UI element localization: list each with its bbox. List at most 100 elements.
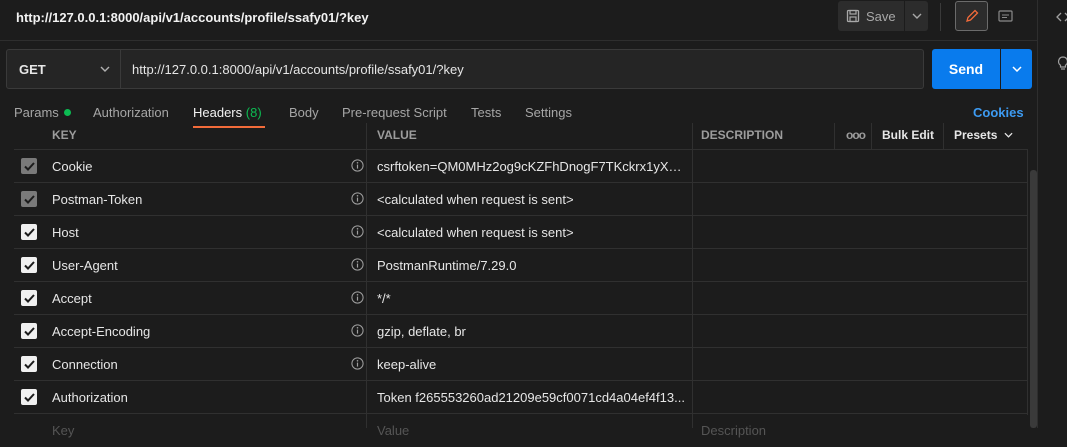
header-key[interactable]: Cookie: [52, 159, 92, 174]
enable-checkbox[interactable]: [21, 323, 37, 339]
info-icon: [351, 159, 364, 172]
enable-checkbox[interactable]: [21, 158, 37, 174]
save-label: Save: [866, 8, 896, 24]
send-options-button[interactable]: [1001, 49, 1032, 89]
table-row[interactable]: Host <calculated when request is sent>: [14, 216, 1028, 249]
presets-dropdown[interactable]: Presets: [954, 128, 1013, 142]
tab-tests[interactable]: Tests: [471, 105, 501, 120]
tab-params[interactable]: Params: [14, 105, 71, 120]
enable-checkbox[interactable]: [21, 389, 37, 405]
chevron-down-icon: [1004, 132, 1013, 138]
request-title[interactable]: http://127.0.0.1:8000/api/v1/accounts/pr…: [16, 10, 369, 25]
more-options-button[interactable]: ooo: [846, 128, 866, 142]
cookies-link[interactable]: Cookies: [973, 105, 1024, 120]
header-key[interactable]: Accept: [52, 291, 92, 306]
description-placeholder[interactable]: Description: [701, 423, 851, 438]
header-key[interactable]: Authorization: [52, 390, 128, 405]
headers-table: KEY VALUE DESCRIPTION ooo Bulk Edit Pres…: [14, 123, 1028, 438]
header-key[interactable]: User-Agent: [52, 258, 118, 273]
send-button[interactable]: Send: [932, 49, 1000, 89]
method-select[interactable]: GET: [6, 49, 121, 89]
table-row[interactable]: User-Agent PostmanRuntime/7.29.0: [14, 249, 1028, 282]
info-icon: [351, 291, 364, 304]
enable-checkbox[interactable]: [21, 224, 37, 240]
checkmark-icon: [23, 260, 35, 270]
comments-button[interactable]: [992, 5, 1018, 29]
header-key[interactable]: Postman-Token: [52, 192, 142, 207]
info-icon: [351, 324, 364, 337]
header-value[interactable]: <calculated when request is sent>: [377, 225, 689, 240]
headers-count-badge: (8): [245, 105, 262, 120]
checkmark-icon: [23, 359, 35, 369]
lightbulb-icon[interactable]: [1057, 56, 1067, 71]
header-value[interactable]: gzip, deflate, br: [377, 324, 689, 339]
column-header-value: VALUE: [377, 128, 417, 142]
tab-label: Pre-request Script: [342, 105, 447, 120]
code-icon[interactable]: [1056, 11, 1067, 23]
tab-settings[interactable]: Settings: [525, 105, 572, 120]
header-value[interactable]: csrftoken=QM0MHz2og9cKZFhDnogF7TKckrx1yX…: [377, 159, 689, 174]
header-value[interactable]: Token f265553260ad21209e59cf0071cd4a04ef…: [377, 390, 689, 405]
info-icon[interactable]: [351, 357, 364, 370]
tab-label: Tests: [471, 105, 502, 120]
checkmark-icon: [23, 161, 35, 171]
tab-label: Settings: [525, 105, 572, 120]
divider: [834, 123, 835, 150]
tab-headers[interactable]: Headers (8): [193, 105, 262, 120]
chevron-down-icon: [1011, 66, 1022, 72]
checkmark-icon: [23, 293, 35, 303]
header-value[interactable]: <calculated when request is sent>: [377, 192, 689, 207]
save-options-button[interactable]: [905, 1, 928, 31]
status-dot-icon: [63, 109, 71, 116]
divider: [940, 3, 941, 31]
checkmark-icon: [23, 194, 35, 204]
info-icon[interactable]: [351, 324, 364, 337]
checkmark-icon: [23, 392, 35, 402]
pencil-icon: [965, 9, 978, 22]
table-row[interactable]: Cookie csrftoken=QM0MHz2og9cKZFhDnogF7TKc…: [14, 150, 1028, 183]
key-placeholder[interactable]: Key: [52, 423, 74, 438]
presets-label: Presets: [954, 128, 998, 142]
enable-checkbox[interactable]: [21, 290, 37, 306]
info-icon[interactable]: [351, 159, 364, 172]
enable-checkbox[interactable]: [21, 191, 37, 207]
table-row[interactable]: Authorization Token f265553260ad21209e59c…: [14, 381, 1028, 414]
tab-body[interactable]: Body: [289, 105, 319, 120]
edit-documentation-button[interactable]: [955, 1, 988, 31]
info-icon[interactable]: [351, 192, 364, 205]
enable-checkbox[interactable]: [21, 257, 37, 273]
value-placeholder[interactable]: Value: [377, 423, 689, 438]
table-row[interactable]: Connection keep-alive: [14, 348, 1028, 381]
tab-authorization[interactable]: Authorization: [93, 105, 169, 120]
divider: [943, 123, 944, 150]
header-key[interactable]: Accept-Encoding: [52, 324, 150, 339]
comment-icon: [997, 10, 1013, 22]
header-key[interactable]: Host: [52, 225, 79, 240]
column-header-key: KEY: [52, 128, 77, 142]
header-key[interactable]: Connection: [52, 357, 118, 372]
url-input[interactable]: http://127.0.0.1:8000/api/v1/accounts/pr…: [121, 49, 924, 89]
tab-label: Headers: [193, 105, 243, 120]
tab-label: Body: [289, 105, 319, 120]
table-row-empty[interactable]: Key Value Description: [14, 414, 1028, 447]
scrollbar[interactable]: [1030, 170, 1037, 428]
info-icon[interactable]: [351, 258, 364, 271]
enable-checkbox[interactable]: [21, 356, 37, 372]
chevron-down-icon: [912, 13, 921, 19]
info-icon[interactable]: [351, 291, 364, 304]
header-value[interactable]: PostmanRuntime/7.29.0: [377, 258, 689, 273]
tab-label: Params: [14, 105, 59, 120]
table-row[interactable]: Postman-Token <calculated when request is…: [14, 183, 1028, 216]
header-value[interactable]: keep-alive: [377, 357, 689, 372]
info-icon: [351, 357, 364, 370]
tab-pre-request-script[interactable]: Pre-request Script: [342, 105, 447, 120]
tab-label: Authorization: [93, 105, 169, 120]
table-row[interactable]: Accept */*: [14, 282, 1028, 315]
info-icon: [351, 225, 364, 238]
table-row[interactable]: Accept-Encoding gzip, deflate, br: [14, 315, 1028, 348]
bulk-edit-button[interactable]: Bulk Edit: [882, 128, 934, 142]
checkmark-icon: [23, 227, 35, 237]
save-button[interactable]: Save: [838, 1, 904, 31]
header-value[interactable]: */*: [377, 291, 689, 306]
info-icon[interactable]: [351, 225, 364, 238]
